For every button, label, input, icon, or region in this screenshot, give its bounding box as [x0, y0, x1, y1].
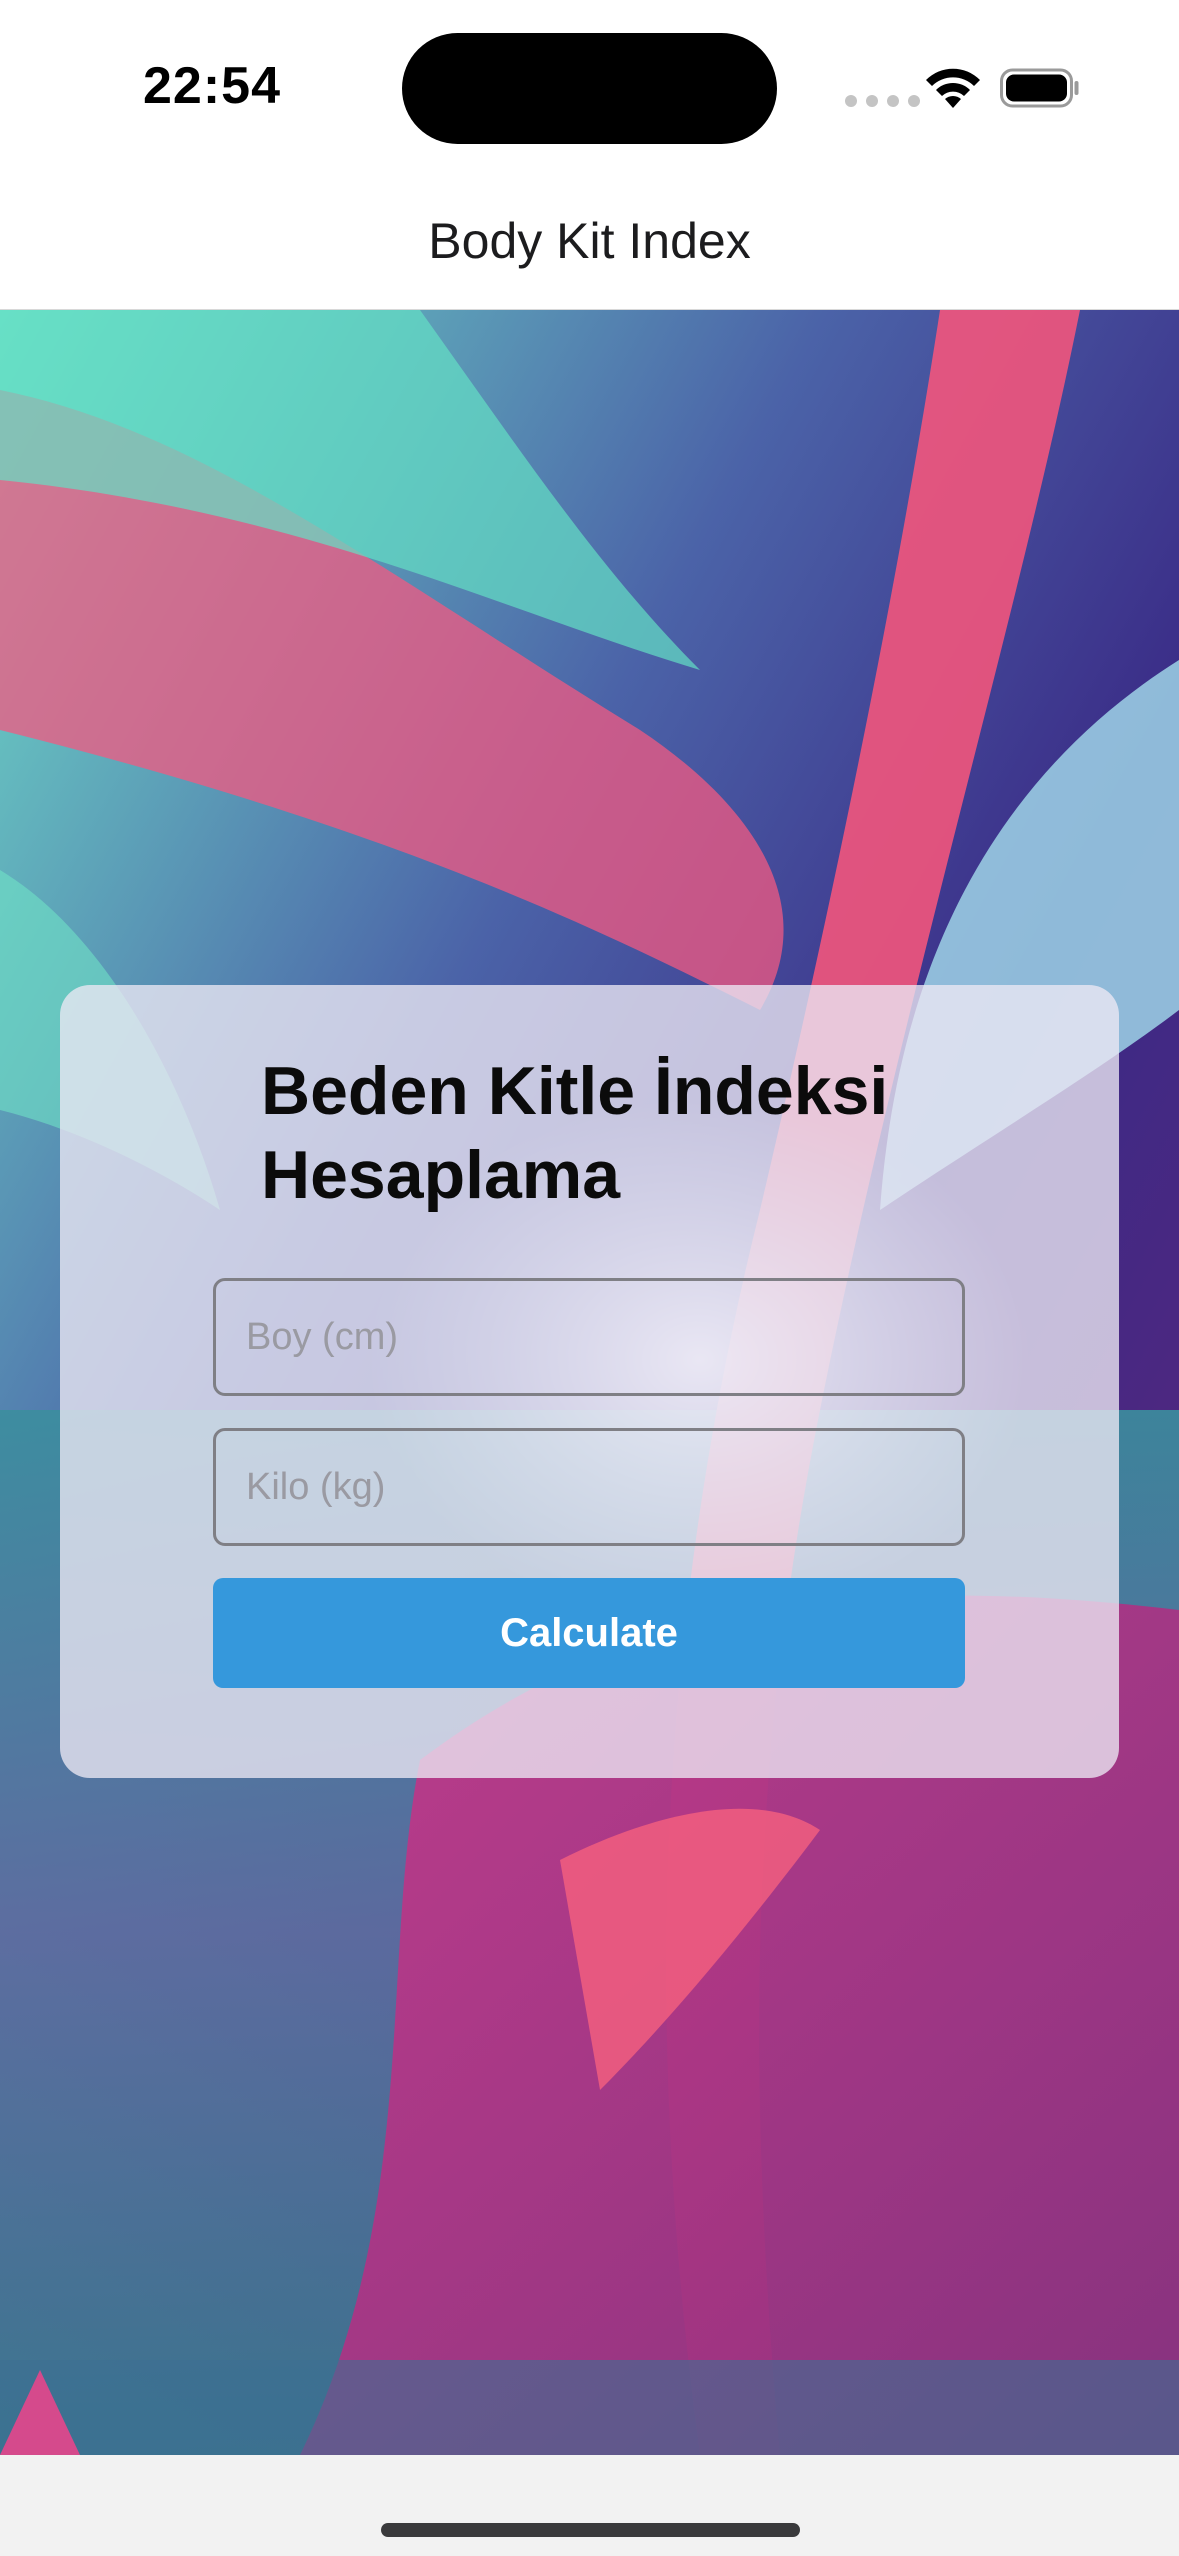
- status-time: 22:54: [143, 57, 281, 115]
- wifi-icon: [926, 68, 980, 108]
- dynamic-island: [402, 33, 777, 144]
- navigation-header: Body Kit Index: [0, 170, 1179, 310]
- cellular-signal-icon: [845, 95, 920, 107]
- form-title: Beden Kitle İndeksi Hesaplama: [261, 1053, 889, 1213]
- calculate-button[interactable]: Calculate: [213, 1578, 965, 1688]
- home-indicator[interactable]: [381, 2523, 800, 2537]
- bmi-form-card: Beden Kitle İndeksi Hesaplama Calculate: [60, 985, 1119, 1778]
- battery-icon: [1000, 68, 1079, 108]
- status-bar: 22:54: [0, 0, 1179, 170]
- weight-input[interactable]: [213, 1428, 965, 1546]
- height-input[interactable]: [213, 1278, 965, 1396]
- page-title: Body Kit Index: [428, 213, 751, 269]
- bottom-bar: [0, 2455, 1179, 2556]
